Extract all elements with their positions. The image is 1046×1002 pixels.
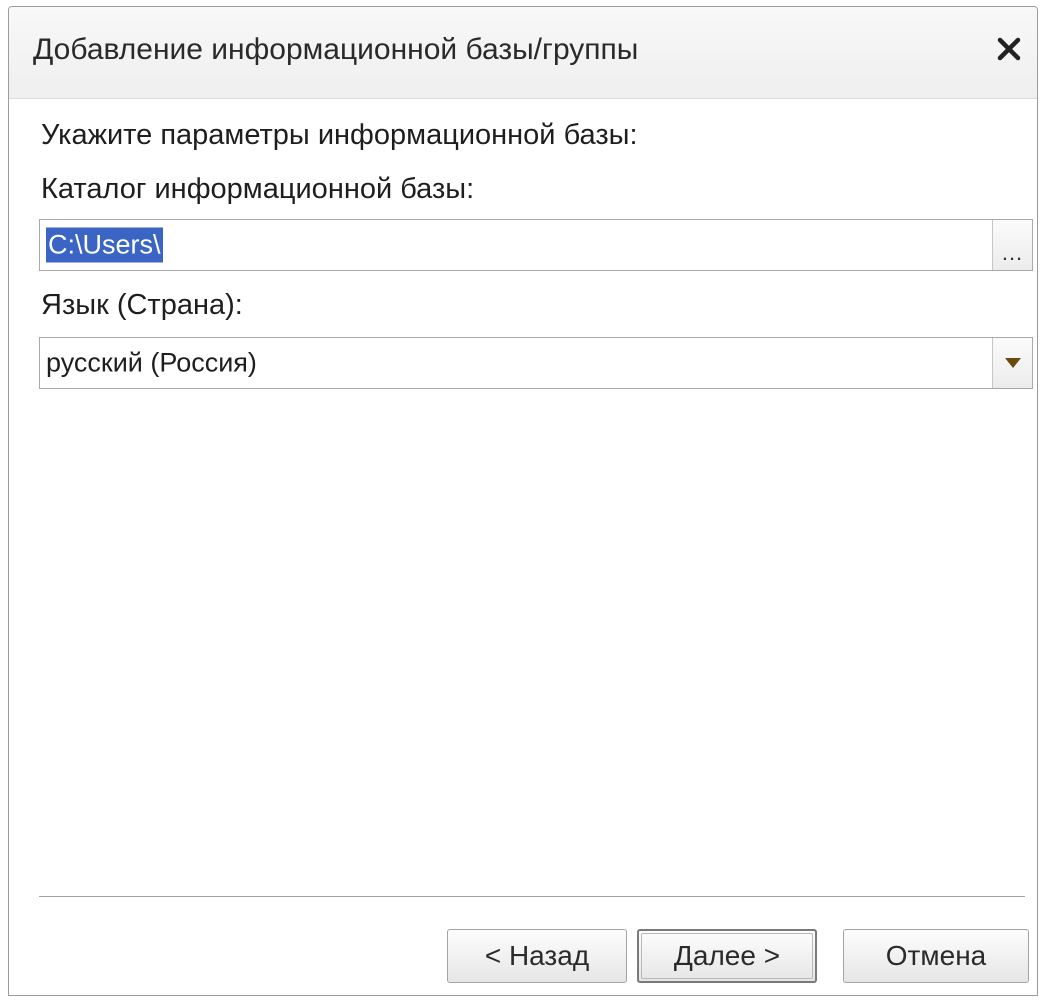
catalog-path-field[interactable]: C:\Users\ ...	[39, 219, 1033, 271]
close-icon	[997, 37, 1021, 61]
next-button-label: Далее >	[673, 940, 781, 971]
browse-button-label: ...	[1001, 240, 1024, 265]
language-label: Язык (Страна):	[41, 289, 243, 321]
footer-separator	[39, 896, 1025, 897]
dialog-window: Добавление информационной базы/группы Ук…	[8, 6, 1038, 996]
title-bar: Добавление информационной базы/группы	[9, 7, 1037, 99]
window-title: Добавление информационной базы/группы	[33, 33, 639, 66]
language-select[interactable]: русский (Россия)	[39, 337, 1033, 389]
catalog-label: Каталог информационной базы:	[41, 173, 475, 205]
language-dropdown-button[interactable]	[992, 338, 1032, 388]
catalog-path-value: C:\Users\	[46, 227, 163, 263]
close-button[interactable]	[987, 27, 1031, 71]
next-button[interactable]: Далее >	[637, 929, 817, 983]
browse-button[interactable]: ...	[992, 220, 1032, 270]
language-selected-value: русский (Россия)	[46, 347, 257, 378]
form-heading: Укажите параметры информационной базы:	[41, 119, 638, 151]
triangle-down-icon	[1004, 358, 1021, 368]
catalog-path-input[interactable]: C:\Users\	[46, 227, 163, 263]
cancel-button[interactable]: Отмена	[843, 929, 1029, 983]
back-button[interactable]: < Назад	[447, 929, 627, 983]
